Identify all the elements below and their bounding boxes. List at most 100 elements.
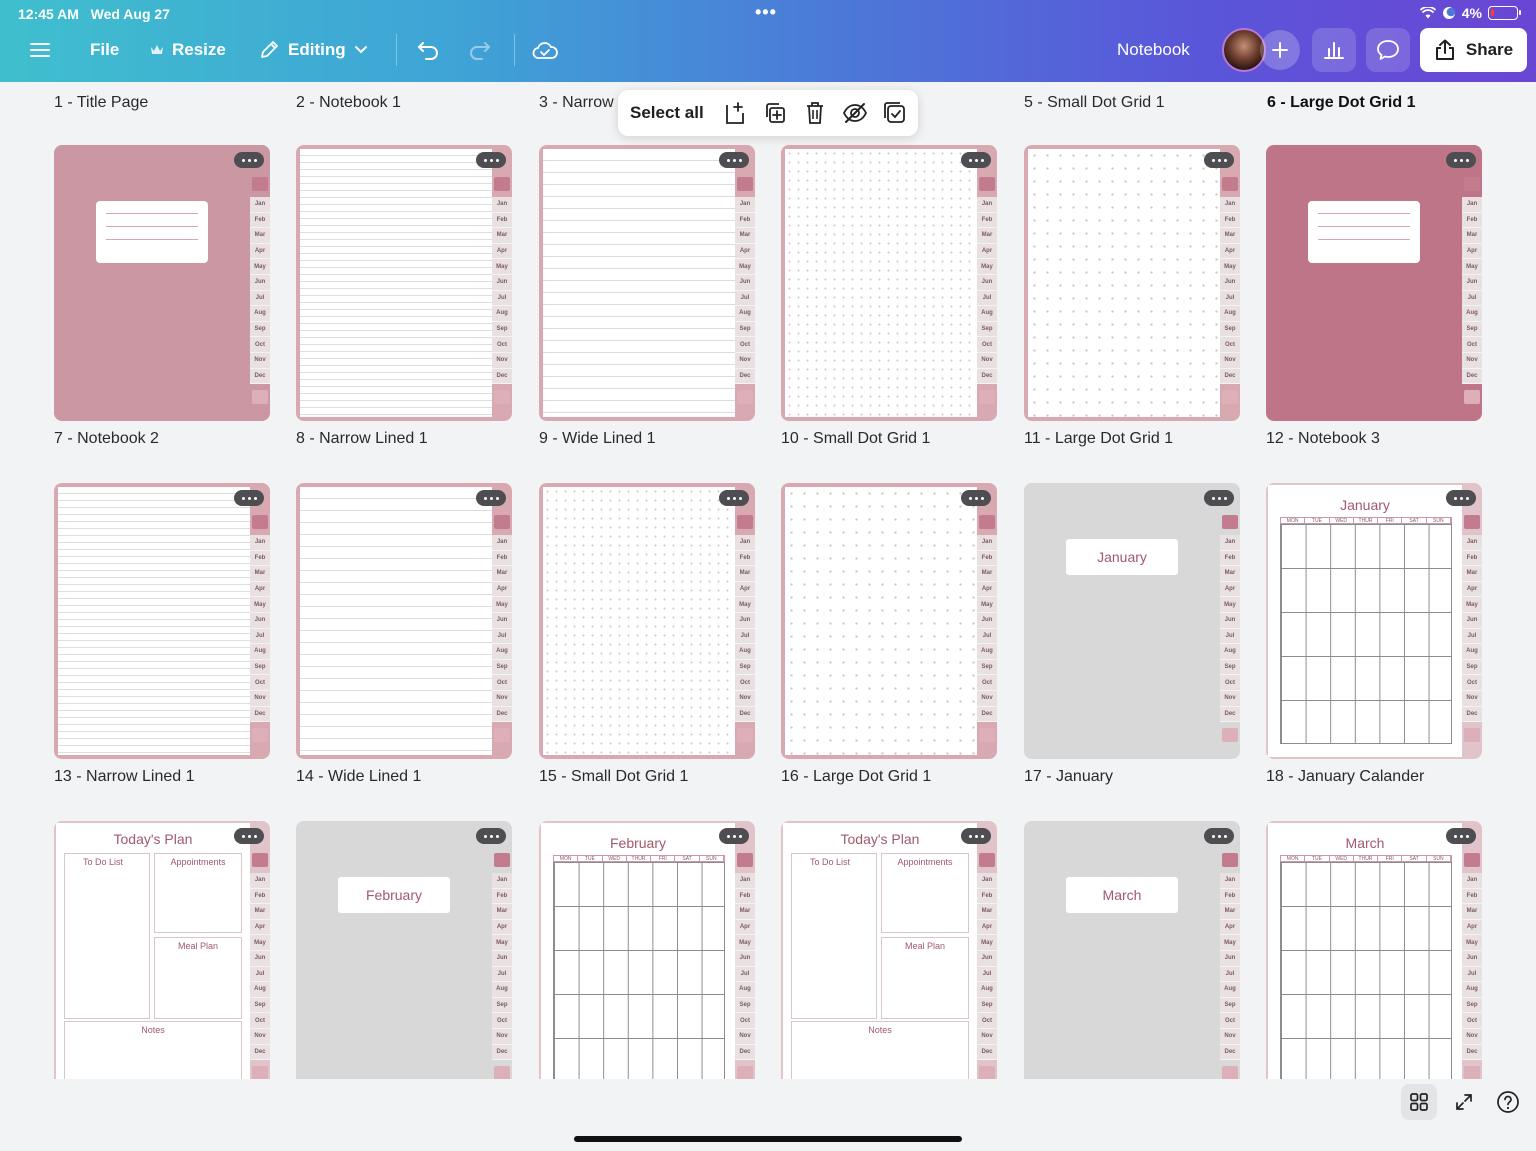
month-tab[interactable]: Oct	[977, 675, 997, 691]
month-tab[interactable]: Jul	[492, 290, 512, 307]
month-tab[interactable]: Feb	[250, 212, 270, 229]
month-tab[interactable]: Oct	[1220, 337, 1240, 353]
page-options-button[interactable]	[1204, 152, 1234, 168]
month-tab[interactable]: Feb	[492, 888, 512, 905]
month-tab[interactable]: Jun	[1462, 274, 1482, 291]
page-thumbnail[interactable]: Jan Feb Mar Apr May Jun Jul Aug Sep Oct Nov Dec	[539, 145, 755, 421]
month-tab[interactable]: Feb	[735, 888, 755, 905]
month-tab[interactable]: Feb	[735, 550, 755, 567]
month-tab[interactable]: Jul	[977, 290, 997, 307]
month-tab[interactable]: Jul	[250, 628, 270, 645]
month-tab[interactable]: Dec	[735, 706, 755, 723]
month-tab[interactable]: Nov	[1220, 690, 1240, 707]
month-tab[interactable]: May	[250, 597, 270, 613]
month-tab[interactable]: Dec	[1462, 368, 1482, 385]
month-tab[interactable]: Nov	[977, 352, 997, 369]
month-tab[interactable]: Apr	[735, 919, 755, 936]
month-tab[interactable]: Jul	[1220, 290, 1240, 307]
month-tab[interactable]: Feb	[1462, 888, 1482, 905]
month-tab[interactable]: Jan	[1462, 873, 1482, 889]
month-tab[interactable]: Oct	[1462, 675, 1482, 691]
cloud-save-button[interactable]	[532, 28, 558, 72]
month-tab[interactable]: Jun	[1220, 950, 1240, 967]
month-tab[interactable]: Jun	[735, 612, 755, 629]
month-tab[interactable]: May	[1220, 597, 1240, 613]
month-tab[interactable]: Mar	[977, 566, 997, 582]
month-tab[interactable]: Jan	[1220, 535, 1240, 551]
month-tab[interactable]: Dec	[735, 1044, 755, 1061]
page-thumbnail[interactable]: Jan Feb Mar Apr May Jun Jul Aug Sep Oct Nov Dec	[539, 483, 755, 759]
page-thumbnail[interactable]: February Jan Feb Mar Apr May Jun Jul Aug Sep Oct No…	[296, 821, 512, 1079]
month-tab[interactable]: Aug	[492, 644, 512, 660]
month-tab[interactable]: Jul	[735, 290, 755, 307]
month-tab[interactable]: Dec	[1220, 368, 1240, 385]
share-button[interactable]: Share	[1420, 28, 1527, 72]
month-tab[interactable]: Jun	[250, 612, 270, 629]
page-label-selected[interactable]: 6 - Large Dot Grid 1	[1267, 94, 1415, 112]
page-label[interactable]: 14 - Wide Lined 1	[296, 768, 421, 786]
page-label[interactable]: 12 - Notebook 3	[1266, 430, 1380, 448]
month-tab[interactable]: Jul	[1220, 628, 1240, 645]
page-thumbnail[interactable]: Today's Plan To Do List Appointments Meal P…	[781, 821, 997, 1079]
month-tab[interactable]: Jan	[1220, 873, 1240, 889]
month-tab[interactable]: Jan	[977, 535, 997, 551]
page-thumbnail[interactable]: Jan Feb Mar Apr May Jun Jul Aug Sep Oct Nov Dec	[296, 145, 512, 421]
month-tab[interactable]: Apr	[492, 243, 512, 260]
month-tab[interactable]: Aug	[250, 644, 270, 660]
month-tab[interactable]: Apr	[735, 243, 755, 260]
page-options-button[interactable]	[961, 828, 991, 844]
comments-button[interactable]	[1366, 28, 1410, 72]
month-tab[interactable]: May	[1220, 259, 1240, 275]
month-tab[interactable]: Apr	[977, 243, 997, 260]
month-tab[interactable]: Mar	[250, 566, 270, 582]
month-tab[interactable]: Jul	[1462, 290, 1482, 307]
month-tab[interactable]: Jun	[250, 950, 270, 967]
month-tab[interactable]: Nov	[492, 690, 512, 707]
month-tab[interactable]: Nov	[250, 690, 270, 707]
month-tab[interactable]: Aug	[492, 982, 512, 998]
month-tab[interactable]: Mar	[1462, 904, 1482, 920]
select-all-button[interactable]: Select all	[630, 103, 704, 123]
page-options-button[interactable]	[1446, 828, 1476, 844]
month-tab[interactable]: Apr	[1220, 581, 1240, 598]
month-tab[interactable]: Jul	[735, 628, 755, 645]
month-tab[interactable]: Apr	[250, 919, 270, 936]
page-label[interactable]: 1 - Title Page	[54, 94, 148, 112]
month-tab[interactable]: Sep	[977, 997, 997, 1014]
month-tab[interactable]: Jul	[492, 966, 512, 983]
document-title[interactable]: Notebook	[1117, 28, 1190, 72]
multitask-dots-icon[interactable]: •••	[755, 2, 777, 23]
redo-button[interactable]	[468, 28, 492, 72]
month-tab[interactable]: Nov	[735, 690, 755, 707]
month-tab[interactable]: Sep	[1462, 321, 1482, 338]
month-tab[interactable]: Sep	[250, 997, 270, 1014]
month-tab[interactable]: Dec	[492, 368, 512, 385]
month-tab[interactable]: Dec	[492, 1044, 512, 1061]
month-tab[interactable]: Aug	[977, 306, 997, 322]
page-options-button[interactable]	[476, 152, 506, 168]
month-tab[interactable]: Apr	[1462, 919, 1482, 936]
month-tab[interactable]: Dec	[735, 368, 755, 385]
month-tab[interactable]: Jan	[735, 873, 755, 889]
month-tab[interactable]: Mar	[250, 228, 270, 244]
month-tab[interactable]: Apr	[1220, 243, 1240, 260]
page-options-button[interactable]	[1204, 828, 1234, 844]
month-tab[interactable]: Nov	[492, 352, 512, 369]
month-tab[interactable]: Jul	[1220, 966, 1240, 983]
month-tab[interactable]: Sep	[1220, 997, 1240, 1014]
page-thumbnail[interactable]: Jan Feb Mar Apr May Jun Jul Aug Sep Oct Nov Dec	[54, 145, 270, 421]
month-tab[interactable]: Jan	[977, 197, 997, 213]
month-tab[interactable]: Mar	[977, 904, 997, 920]
page-options-button[interactable]	[1204, 490, 1234, 506]
page-thumbnail[interactable]: Today's Plan To Do List Appointments Meal P…	[54, 821, 270, 1079]
month-tab[interactable]: Jan	[735, 535, 755, 551]
month-tab[interactable]: Nov	[977, 1028, 997, 1045]
grid-view-button[interactable]	[1401, 1084, 1437, 1120]
month-tab[interactable]: Oct	[250, 1013, 270, 1029]
month-tab[interactable]: Feb	[492, 212, 512, 229]
month-tab[interactable]: Dec	[1462, 706, 1482, 723]
page-label[interactable]: 15 - Small Dot Grid 1	[539, 768, 688, 786]
month-tab[interactable]: Jul	[492, 628, 512, 645]
month-tab[interactable]: Jan	[250, 873, 270, 889]
month-tab[interactable]: Jan	[1220, 197, 1240, 213]
